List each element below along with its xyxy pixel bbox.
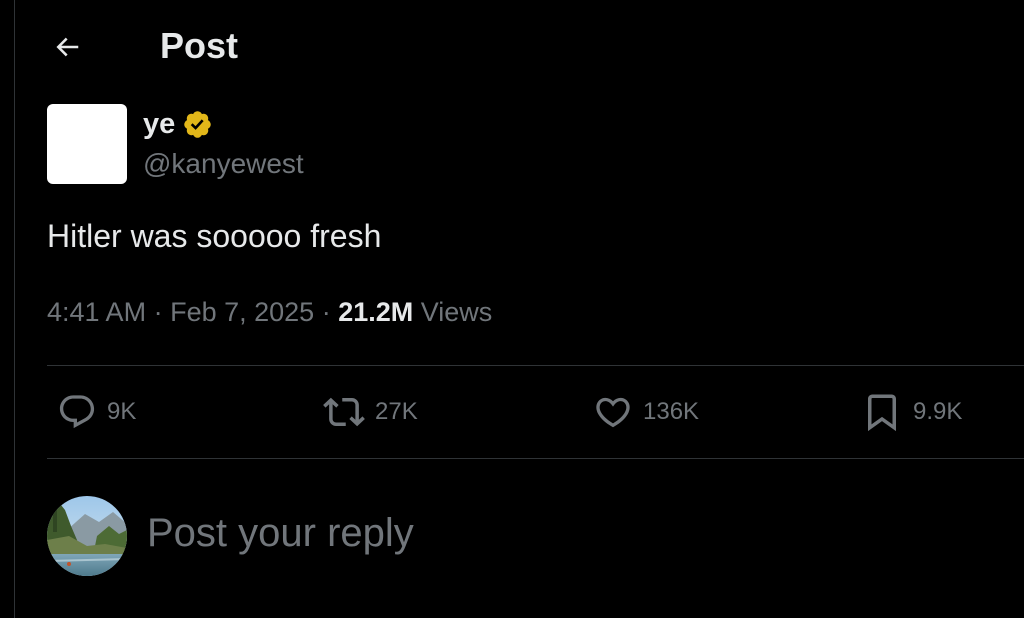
arrow-left-icon [56, 37, 79, 57]
like-icon [596, 397, 630, 428]
repost-button[interactable]: 27K [323, 366, 418, 458]
tweet-meta: 4:41 AM · Feb 7, 2025 · 21.2M Views [47, 292, 492, 332]
views-count[interactable]: 21.2M [338, 297, 421, 327]
repost-icon [323, 397, 365, 427]
meta-separator: · [153, 297, 171, 327]
author-avatar[interactable] [47, 104, 127, 184]
reply-count: 9K [107, 398, 137, 425]
tweet-time[interactable]: 4:41 AM [47, 297, 146, 327]
like-count: 136K [643, 398, 700, 425]
bookmark-icon [868, 394, 896, 432]
user-avatar[interactable] [47, 496, 127, 576]
author-handle[interactable]: @kanyewest [143, 144, 304, 184]
action-bar: 9K 27K 136K 9.9K [47, 366, 1024, 458]
like-button[interactable]: 136K [593, 366, 699, 458]
reply-icon [59, 395, 95, 429]
repost-count: 27K [375, 398, 418, 425]
views-label[interactable]: Views [421, 297, 493, 327]
back-button[interactable] [44, 24, 90, 70]
tweet-date[interactable]: Feb 7, 2025 [170, 297, 314, 327]
divider [47, 458, 1024, 459]
bookmark-button[interactable]: 9.9K [861, 366, 962, 458]
reply-input[interactable]: Post your reply [147, 506, 847, 560]
reply-button[interactable]: 9K [57, 366, 136, 458]
page-title: Post [160, 25, 239, 66]
tweet-text: Hitler was sooooo fresh [47, 218, 382, 254]
column-border [14, 0, 15, 618]
page-header: Post [0, 0, 1024, 92]
verified-badge-icon[interactable] [182, 109, 213, 140]
bookmark-count: 9.9K [913, 398, 963, 425]
author-name-row: ye [143, 104, 213, 144]
landscape-avatar-image [47, 496, 127, 576]
author-name[interactable]: ye [143, 104, 175, 144]
meta-separator: · [321, 297, 339, 327]
